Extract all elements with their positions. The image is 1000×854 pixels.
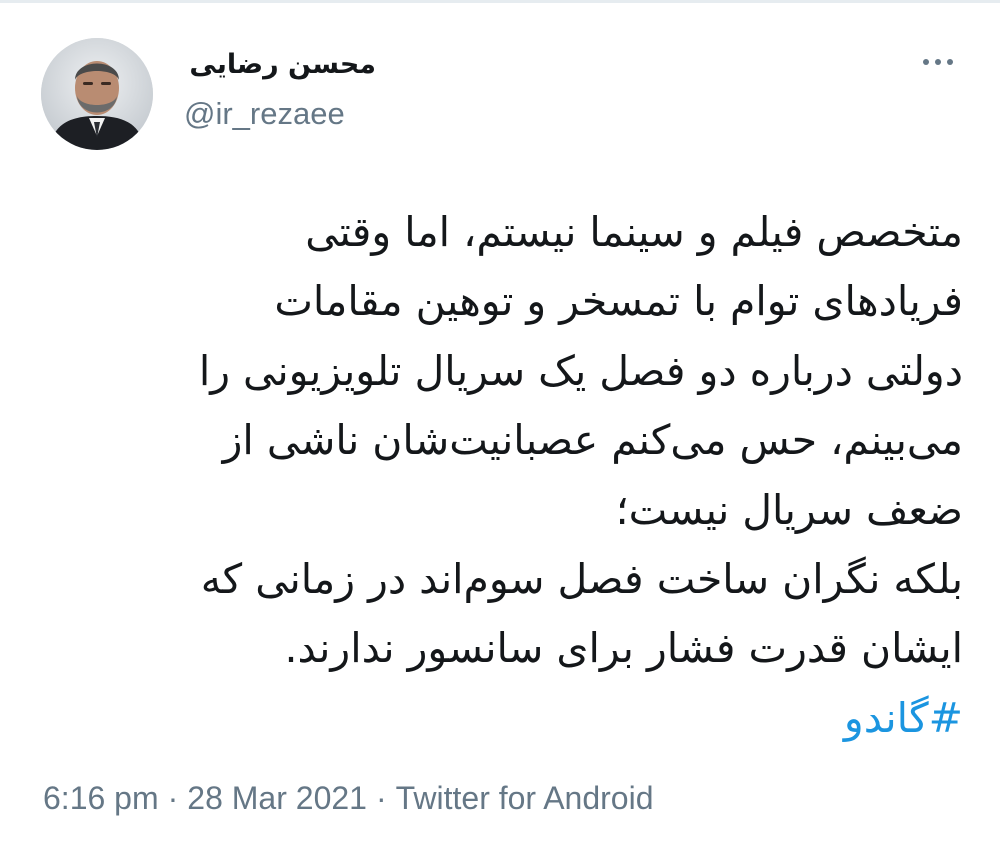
meta-separator: · xyxy=(167,780,179,816)
more-dots-icon xyxy=(923,59,929,65)
tweet-meta: 6:16 pm · 28 Mar 2021 · Twitter for Android xyxy=(43,778,654,818)
top-divider xyxy=(0,0,1000,3)
more-dots-icon xyxy=(947,59,953,65)
tweet-text: متخصص فیلم و سینما نیستم، اما وقتی فریاد… xyxy=(30,198,963,753)
tweet-line: فریادهای توام با تمسخر و توهین مقامات xyxy=(274,277,963,326)
tweet-line: بلکه نگران ساخت فصل سوم‌اند در زمانی که xyxy=(200,555,963,604)
avatar[interactable] xyxy=(41,38,153,150)
hashtag-link[interactable]: #گاندو xyxy=(30,684,963,753)
tweet-line: ضعف سریال نیست؛ xyxy=(615,485,963,534)
more-dots-icon xyxy=(935,59,941,65)
tweet-line: دولتی درباره دو فصل یک سریال تلویزیونی ر… xyxy=(198,346,963,395)
tweet-line: متخصص فیلم و سینما نیستم، اما وقتی xyxy=(305,208,963,256)
profile-photo xyxy=(41,38,153,150)
tweet-time[interactable]: 6:16 pm xyxy=(43,780,159,816)
author-display-name[interactable]: محسن رضایی xyxy=(186,48,376,82)
tweet-source[interactable]: Twitter for Android xyxy=(396,780,654,816)
meta-separator: · xyxy=(375,780,387,816)
tweet-date[interactable]: 28 Mar 2021 xyxy=(187,780,367,816)
tweet-line: ایشان قدرت فشار برای سانسور ندارند. xyxy=(284,624,963,673)
more-options-button[interactable] xyxy=(914,46,962,78)
tweet-line: می‌بینم، حس می‌کنم عصبانیت‌شان ناشی از xyxy=(222,416,963,465)
author-handle[interactable]: @ir_rezaee xyxy=(184,96,345,132)
